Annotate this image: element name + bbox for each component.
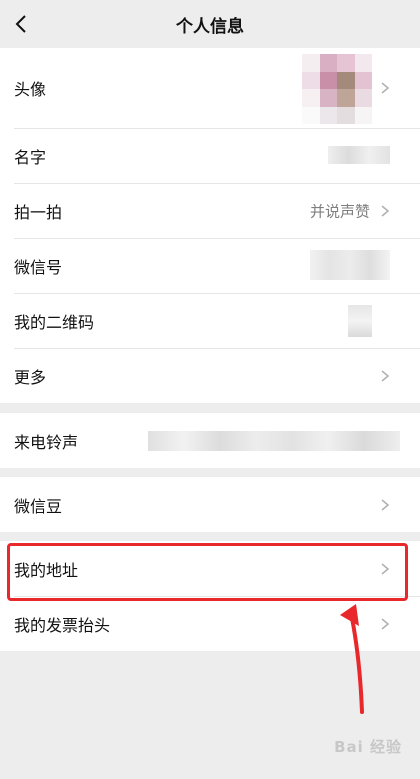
pat-row[interactable]: 拍一拍 并说声赞 xyxy=(0,183,420,238)
profile-group: 头像 名字 拍一拍 并说声赞 微信号 我的二维码 更多 xyxy=(0,48,420,403)
qrcode-row[interactable]: 我的二维码 xyxy=(0,293,420,348)
more-row[interactable]: 更多 xyxy=(0,348,420,403)
avatar xyxy=(302,54,372,124)
chevron-right-icon xyxy=(381,498,390,511)
name-row[interactable]: 名字 xyxy=(0,128,420,183)
qrcode-label: 我的二维码 xyxy=(14,312,95,332)
page-title: 个人信息 xyxy=(176,17,244,37)
ringtone-group: 来电铃声 xyxy=(0,413,420,468)
wechat-id-value-blurred xyxy=(310,250,390,280)
qrcode-blurred xyxy=(348,305,372,337)
ringtone-value-blurred xyxy=(148,431,400,451)
watermark: Bai 经验 xyxy=(334,738,402,756)
pat-label: 拍一拍 xyxy=(14,202,63,222)
chevron-right-icon xyxy=(381,617,390,630)
avatar-row[interactable]: 头像 xyxy=(0,48,420,128)
red-arrow-icon xyxy=(340,604,364,714)
wechat-id-label: 微信号 xyxy=(14,257,63,277)
more-label: 更多 xyxy=(14,367,47,387)
pat-value: 并说声赞 xyxy=(309,202,370,220)
highlight-box xyxy=(7,543,408,601)
name-label: 名字 xyxy=(14,147,47,167)
wechat-id-row[interactable]: 微信号 xyxy=(0,238,420,293)
chevron-right-icon xyxy=(381,204,390,217)
beans-label: 微信豆 xyxy=(14,496,63,516)
chevron-right-icon xyxy=(381,369,390,382)
top-bar: 个人信息 xyxy=(0,0,420,48)
beans-row[interactable]: 微信豆 xyxy=(0,477,420,532)
name-value-blurred xyxy=(328,146,390,164)
ringtone-row[interactable]: 来电铃声 xyxy=(0,413,420,468)
ringtone-label: 来电铃声 xyxy=(14,432,79,452)
beans-group: 微信豆 xyxy=(0,477,420,532)
invoice-label: 我的发票抬头 xyxy=(14,615,111,635)
chevron-right-icon xyxy=(381,82,390,94)
avatar-label: 头像 xyxy=(14,80,47,99)
